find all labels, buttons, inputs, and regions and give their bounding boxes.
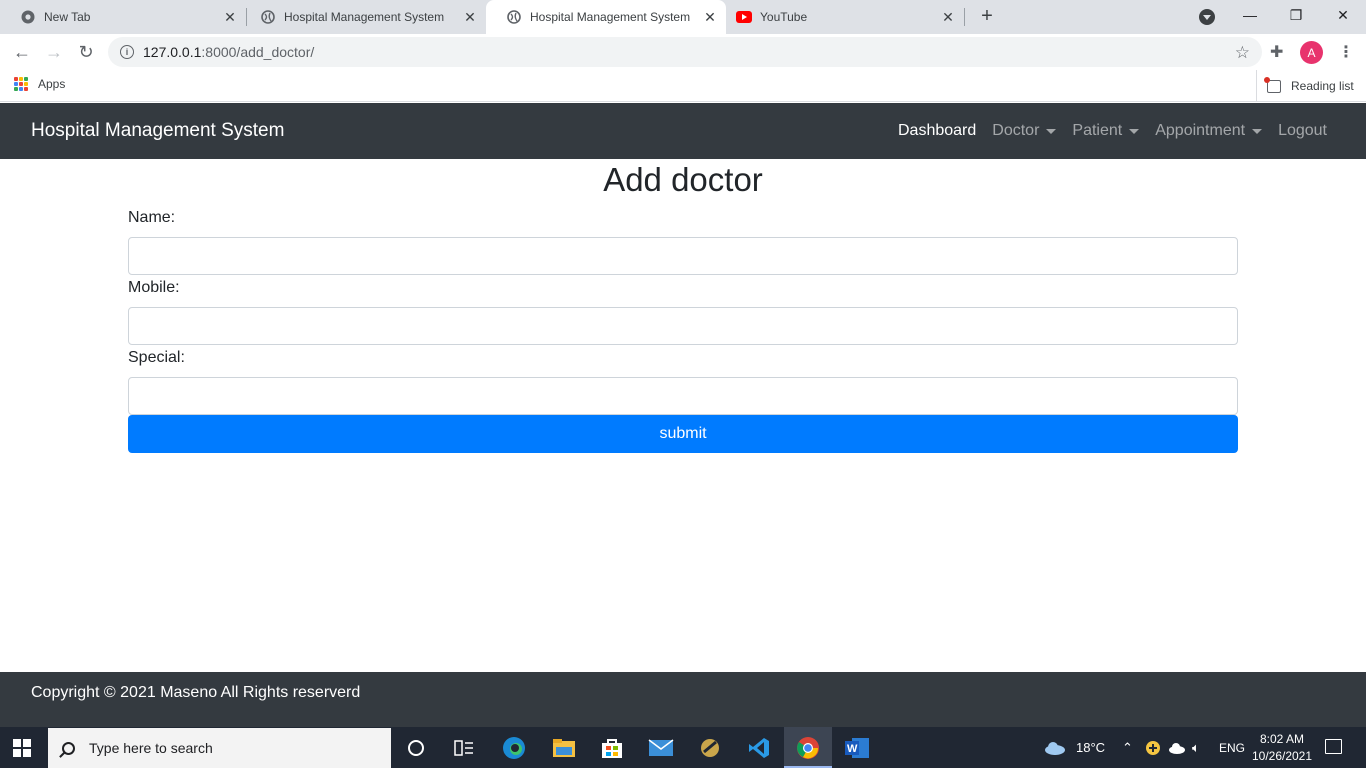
nav-doctor-dropdown[interactable]: Doctor	[992, 122, 1057, 140]
edge-icon[interactable]	[490, 727, 538, 768]
clock-time: 8:02 AM	[1259, 732, 1305, 746]
page-title: Add doctor	[603, 161, 763, 198]
window-close-icon[interactable]: ✕	[1320, 0, 1366, 30]
mobile-field[interactable]	[128, 307, 1238, 345]
restore-icon[interactable]: ❐	[1273, 0, 1319, 30]
nav-appointment-label: Appointment	[1155, 122, 1246, 139]
tray-app-icon[interactable]	[1145, 727, 1161, 768]
close-icon[interactable]: ✕	[222, 9, 238, 25]
address-bar[interactable]: i 127.0.0.1:8000/add_doctor/ ☆	[108, 37, 1262, 67]
url-host: 127.0.0.1	[143, 44, 202, 60]
cortana-icon[interactable]	[392, 727, 440, 768]
taskbar-search-placeholder: Type here to search	[89, 740, 213, 756]
close-icon[interactable]: ✕	[702, 9, 718, 25]
bookmarks-bar: Apps Reading list	[0, 70, 1366, 102]
store-icon[interactable]	[588, 727, 636, 768]
url-path: :8000/add_doctor/	[201, 44, 315, 60]
tab-hospital-1[interactable]: Hospital Management System ✕	[240, 0, 486, 34]
chrome-menu-icon[interactable]: ⋮	[1338, 42, 1354, 62]
url-text: 127.0.0.1:8000/add_doctor/	[143, 44, 314, 60]
reload-icon[interactable]: ↻	[74, 40, 98, 64]
nav-links: Dashboard Doctor Patient Appointment Log…	[882, 103, 1327, 159]
nav-logout-label: Logout	[1278, 122, 1327, 139]
site-footer: Copyright © 2021 Maseno All Rights reser…	[0, 672, 1366, 727]
tab-divider	[964, 8, 965, 26]
speaker-icon[interactable]: 🔈︎	[1192, 727, 1200, 768]
footer-copyright: Copyright © 2021 Maseno All Rights reser…	[31, 684, 361, 701]
taskbar-search-input[interactable]: Type here to search	[48, 728, 391, 768]
weather-temp: 18°C	[1076, 740, 1106, 755]
reading-list-label: Reading list	[1291, 79, 1354, 93]
vscode-icon[interactable]	[735, 727, 783, 768]
tray-overflow-icon[interactable]: ⌃	[1122, 727, 1133, 768]
avatar[interactable]: A	[1300, 41, 1323, 64]
caret-down-icon	[1129, 128, 1140, 134]
nav-logout[interactable]: Logout	[1278, 122, 1327, 140]
tab-hospital-active[interactable]: Hospital Management System ✕	[486, 0, 726, 34]
globe-icon	[260, 9, 276, 25]
browser-toolbar: ← → ↻ i 127.0.0.1:8000/add_doctor/ ☆	[0, 34, 1366, 70]
file-explorer-icon[interactable]	[540, 727, 588, 768]
name-label: Name:	[128, 209, 176, 226]
caret-down-icon	[1252, 128, 1263, 134]
svg-text:W: W	[847, 743, 858, 755]
tab-strip: New Tab ✕ Hospital Management System ✕ H…	[0, 0, 1366, 34]
caret-down-icon	[1046, 128, 1057, 134]
mobile-label: Mobile:	[128, 279, 180, 296]
forward-icon[interactable]: →	[42, 40, 66, 64]
nav-dashboard-label: Dashboard	[898, 122, 977, 139]
tab-title: Hospital Management System	[530, 10, 691, 24]
bookmark-star-icon[interactable]: ☆	[1235, 43, 1250, 63]
tab-title: YouTube	[760, 10, 808, 24]
notifications-icon[interactable]	[1325, 739, 1342, 754]
app-icon[interactable]	[686, 727, 734, 768]
submit-button[interactable]: submit	[128, 415, 1238, 453]
site-navbar: Hospital Management System Dashboard Doc…	[0, 103, 1366, 159]
apps-grid-icon	[14, 77, 28, 91]
taskbar-clock[interactable]: 8:02 AM 10/26/2021	[1246, 731, 1318, 765]
cloud-icon	[1045, 741, 1065, 755]
special-field[interactable]	[128, 377, 1238, 415]
tab-new-tab[interactable]: New Tab ✕	[0, 0, 246, 34]
apps-label: Apps	[38, 77, 66, 91]
tab-title: New Tab	[44, 10, 91, 24]
name-field[interactable]	[128, 237, 1238, 275]
language-indicator[interactable]: ENG	[1219, 727, 1245, 768]
weather-widget[interactable]: 18°C	[1044, 727, 1105, 768]
task-view-icon[interactable]	[440, 727, 488, 768]
minimize-icon[interactable]: —	[1227, 0, 1273, 30]
chrome-taskbar-icon[interactable]	[784, 727, 832, 768]
nav-patient-dropdown[interactable]: Patient	[1072, 122, 1140, 140]
reading-list-icon	[1264, 76, 1281, 93]
chrome-icon	[20, 9, 36, 25]
navbar-brand[interactable]: Hospital Management System	[31, 120, 284, 142]
nav-appointment-dropdown[interactable]: Appointment	[1155, 122, 1263, 140]
windows-taskbar: Type here to search W 18°C ⌃ 🔈︎ ENG 8:02…	[0, 727, 1366, 768]
page-content: Hospital Management System Dashboard Doc…	[0, 103, 1366, 727]
close-icon[interactable]: ✕	[462, 9, 478, 25]
nav-doctor-label: Doctor	[992, 122, 1040, 139]
search-icon	[62, 741, 75, 755]
nav-patient-label: Patient	[1072, 122, 1123, 139]
mail-icon[interactable]	[637, 727, 685, 768]
reading-list-button[interactable]: Reading list	[1256, 70, 1354, 102]
close-icon[interactable]: ✕	[940, 9, 956, 25]
youtube-icon	[736, 9, 752, 25]
onedrive-icon[interactable]	[1168, 727, 1186, 768]
site-info-icon[interactable]: i	[120, 45, 134, 59]
new-tab-button[interactable]: +	[976, 5, 998, 27]
word-icon[interactable]: W	[833, 727, 881, 768]
clock-date: 10/26/2021	[1251, 749, 1313, 763]
apps-bookmark[interactable]: Apps	[14, 77, 65, 91]
tab-search-icon[interactable]	[1199, 9, 1215, 25]
back-icon[interactable]: ←	[10, 40, 34, 64]
tab-title: Hospital Management System	[284, 10, 445, 24]
tab-youtube[interactable]: YouTube ✕	[726, 0, 964, 34]
windows-start-icon[interactable]	[13, 739, 31, 757]
nav-dashboard[interactable]: Dashboard	[898, 122, 976, 140]
special-label: Special:	[128, 349, 185, 366]
globe-icon	[506, 9, 522, 25]
extensions-icon[interactable]: ✚	[1270, 42, 1283, 62]
